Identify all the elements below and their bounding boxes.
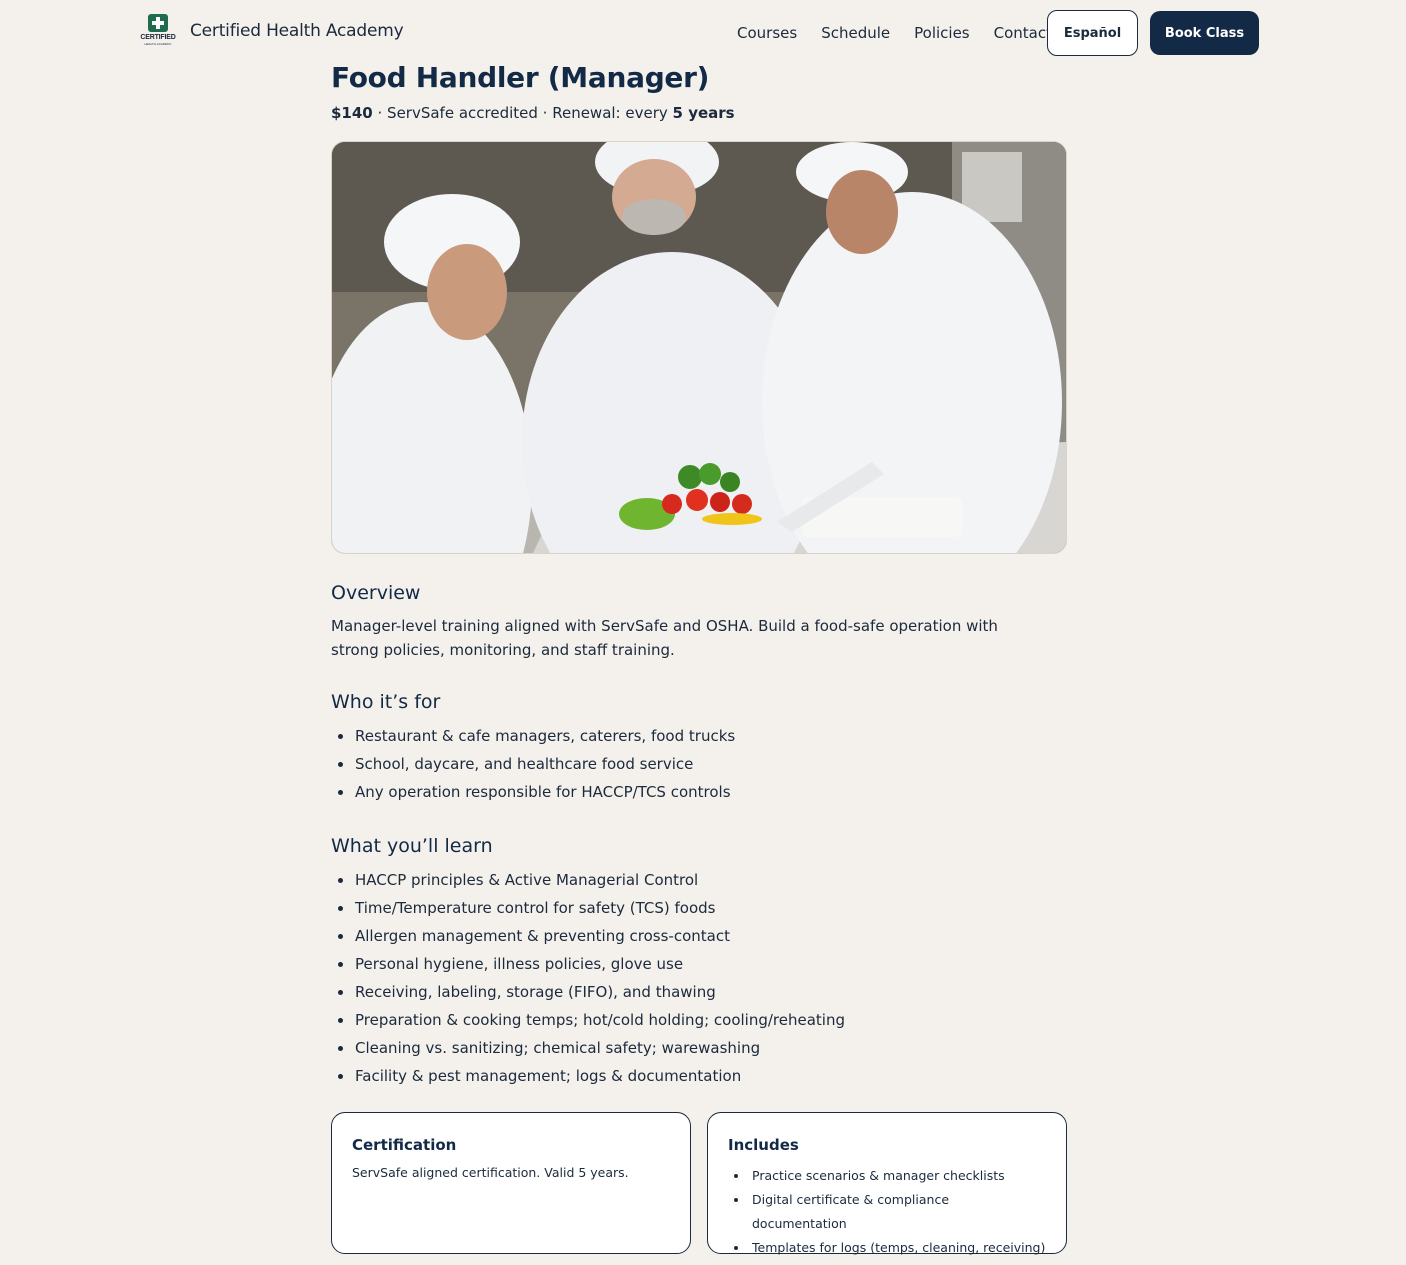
list-item: Templates for logs (temps, cleaning, rec… [728, 1236, 1046, 1260]
nav-policies[interactable]: Policies [914, 22, 969, 44]
book-class-button[interactable]: Book Class [1150, 11, 1259, 55]
info-cards: Certification ServSafe aligned certifica… [331, 1112, 1067, 1255]
nav-courses[interactable]: Courses [737, 22, 797, 44]
who-heading: Who it’s for [331, 691, 441, 713]
list-item: Allergen management & preventing cross-c… [331, 922, 1067, 950]
main-nav: Courses Schedule Policies Contact [737, 22, 1076, 44]
list-item: HACCP principles & Active Managerial Con… [331, 866, 1067, 894]
academy-logo: CERTIFIED HEALTH ACADEMY [140, 14, 176, 48]
course-meta-text: · ServSafe accredited · Renewal: every [372, 104, 673, 122]
logo-subtext: HEALTH ACADEMY [144, 42, 172, 46]
brand-name[interactable]: Certified Health Academy [190, 21, 404, 41]
certification-heading: Certification [352, 1136, 457, 1154]
learn-heading: What you’ll learn [331, 835, 493, 857]
nav-schedule[interactable]: Schedule [821, 22, 890, 44]
list-item: Restaurant & cafe managers, caterers, fo… [331, 722, 1067, 750]
list-item: Facility & pest management; logs & docum… [331, 1062, 1067, 1090]
renewal-period: 5 years [672, 104, 735, 122]
certification-text: ServSafe aligned certification. Valid 5 … [352, 1165, 629, 1180]
list-item: Time/Temperature control for safety (TCS… [331, 894, 1067, 922]
overview-heading: Overview [331, 582, 421, 604]
medical-cross-icon [148, 14, 168, 32]
list-item: School, daycare, and healthcare food ser… [331, 750, 1067, 778]
brand-link[interactable]: CERTIFIED HEALTH ACADEMY Certified Healt… [140, 14, 404, 48]
course-meta: $140 · ServSafe accredited · Renewal: ev… [331, 102, 1067, 124]
course-detail: Food Handler (Manager) $140 · ServSafe a… [331, 58, 1067, 1255]
audience-list: Restaurant & cafe managers, caterers, fo… [331, 722, 1067, 806]
language-button[interactable]: Español [1047, 10, 1138, 56]
hero-image [331, 141, 1067, 554]
certification-card: Certification ServSafe aligned certifica… [331, 1112, 691, 1254]
list-item: Preparation & cooking temps; hot/cold ho… [331, 1006, 1067, 1034]
includes-card: Includes Practice scenarios & manager ch… [707, 1112, 1067, 1255]
includes-list: Practice scenarios & manager checklists … [728, 1164, 1046, 1260]
nav-contact[interactable]: Contact [994, 22, 1052, 44]
learning-list: HACCP principles & Active Managerial Con… [331, 866, 1067, 1090]
list-item: Digital certificate & compliance documen… [728, 1188, 1046, 1236]
list-item: Any operation responsible for HACCP/TCS … [331, 778, 1067, 806]
site-header: CERTIFIED HEALTH ACADEMY Certified Healt… [0, 0, 1406, 66]
includes-heading: Includes [728, 1136, 799, 1154]
course-title: Food Handler (Manager) [331, 61, 710, 94]
chefs-kitchen-illustration [332, 142, 1066, 553]
list-item: Cleaning vs. sanitizing; chemical safety… [331, 1034, 1067, 1062]
list-item: Personal hygiene, illness policies, glov… [331, 950, 1067, 978]
list-item: Receiving, labeling, storage (FIFO), and… [331, 978, 1067, 1006]
course-price: $140 [331, 104, 373, 122]
logo-wordmark: CERTIFIED [140, 34, 176, 41]
list-item: Practice scenarios & manager checklists [728, 1164, 1046, 1188]
overview-text: Manager-level training aligned with Serv… [331, 617, 998, 659]
